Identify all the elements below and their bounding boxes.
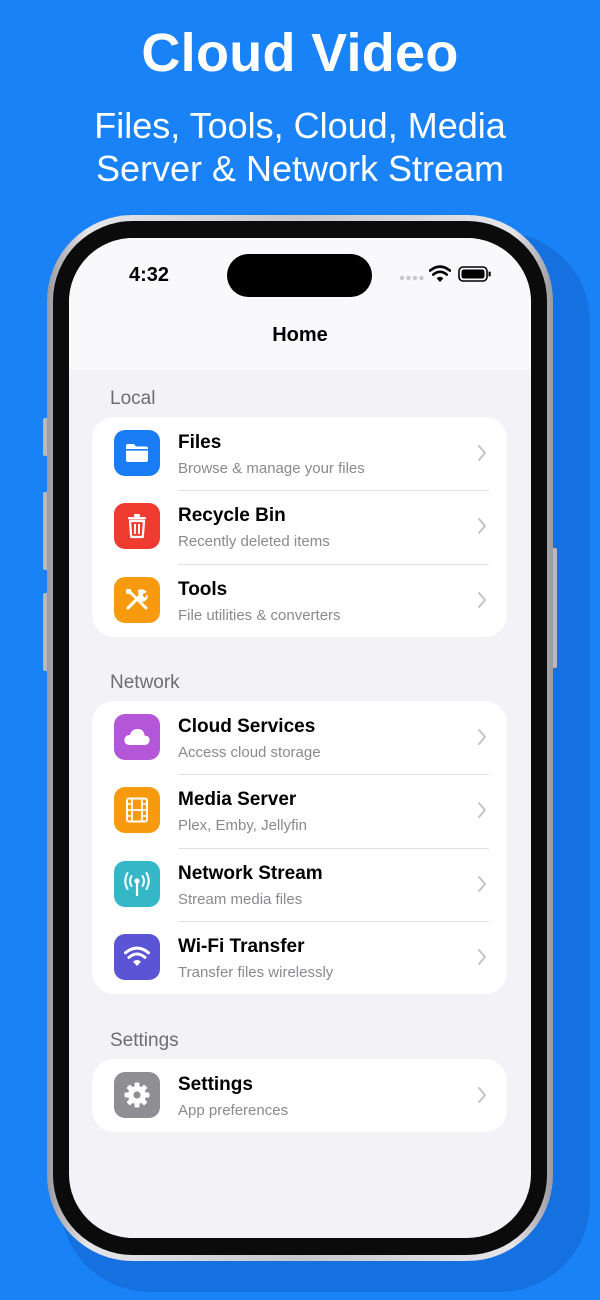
list-item-subtitle: Plex, Emby, Jellyfin <box>178 817 307 835</box>
chevron-right-icon <box>478 948 486 965</box>
battery-icon <box>458 266 491 282</box>
cloud-icon <box>114 714 160 760</box>
chevron-right-icon <box>478 1087 486 1103</box>
tools-icon <box>114 576 160 623</box>
section-header-network: Network <box>110 672 180 693</box>
wifi-status-icon <box>429 265 451 282</box>
chevron-right-icon <box>478 445 486 461</box>
dynamic-island <box>227 254 372 297</box>
list-item-title: Files <box>178 432 222 453</box>
banner-subtitle-line: Server & Network Stream <box>95 148 505 189</box>
list-item-recycle-bin[interactable]: Recycle Bin Recently deleted items <box>92 490 507 563</box>
list-item-settings[interactable]: Settings App preferences <box>92 1059 507 1132</box>
status-indicators <box>399 265 499 285</box>
settings-group: Settings App preferences <box>92 1059 507 1133</box>
list-item-network-stream[interactable]: Network Stream Stream media files <box>92 847 507 921</box>
navigation-bar: 4:32 Home <box>69 238 531 370</box>
antenna-icon <box>114 860 160 907</box>
chevron-right-icon <box>478 875 486 892</box>
list-item-subtitle: App preferences <box>178 1102 289 1119</box>
network-group: Cloud Services Access cloud storage Medi… <box>92 701 507 995</box>
section-header-settings: Settings <box>110 1030 179 1051</box>
list-item-subtitle: Access cloud storage <box>178 744 321 761</box>
list-item-title: Cloud Services <box>178 716 316 737</box>
list-item-subtitle: Browse & manage your files <box>178 460 365 477</box>
list-item-files[interactable]: Files Browse & manage your files <box>92 417 507 490</box>
list-item-title: Settings <box>178 1074 253 1095</box>
section-header-local: Local <box>110 388 156 409</box>
gear-icon <box>114 1072 160 1118</box>
film-icon <box>114 787 160 834</box>
list-item-subtitle: File utilities & converters <box>178 606 341 624</box>
phone-screen: 4:32 Home Local Files Browse & manage yo… <box>69 238 531 1238</box>
list-item-title: Network Stream <box>178 862 323 884</box>
banner-subtitle-line: Files, Tools, Cloud, Media <box>94 105 506 146</box>
list-item-subtitle: Stream media files <box>178 890 303 908</box>
list-item-title: Wi-Fi Transfer <box>178 935 305 957</box>
chevron-right-icon <box>478 729 486 745</box>
list-item-tools[interactable]: Tools File utilities & converters <box>92 563 507 637</box>
list-item-subtitle: Transfer files wirelessly <box>178 963 334 981</box>
list-item-title: Recycle Bin <box>178 505 286 527</box>
chevron-right-icon <box>478 802 486 819</box>
trash-icon <box>114 503 160 550</box>
chevron-right-icon <box>478 591 486 608</box>
local-group: Files Browse & manage your files Recycle… <box>92 417 507 637</box>
wifi-icon <box>114 933 160 980</box>
list-item-title: Tools <box>178 578 228 600</box>
folder-icon <box>114 430 160 476</box>
banner-subtitle: Files, Tools, Cloud, Media Server & Netw… <box>0 104 600 190</box>
list-item-media-server[interactable]: Media Server Plex, Emby, Jellyfin <box>92 774 507 847</box>
list-item-title: Media Server <box>178 789 297 811</box>
banner-title: Cloud Video <box>141 23 459 83</box>
list-item-cloud-services[interactable]: Cloud Services Access cloud storage <box>92 701 507 774</box>
chevron-right-icon <box>478 518 486 535</box>
list-item-subtitle: Recently deleted items <box>178 533 330 551</box>
list-item-wifi-transfer[interactable]: Wi-Fi Transfer Transfer files wirelessly <box>92 920 507 994</box>
page-title: Home <box>272 324 328 346</box>
signal-dots-icon <box>399 275 424 281</box>
status-time: 4:32 <box>129 264 170 286</box>
